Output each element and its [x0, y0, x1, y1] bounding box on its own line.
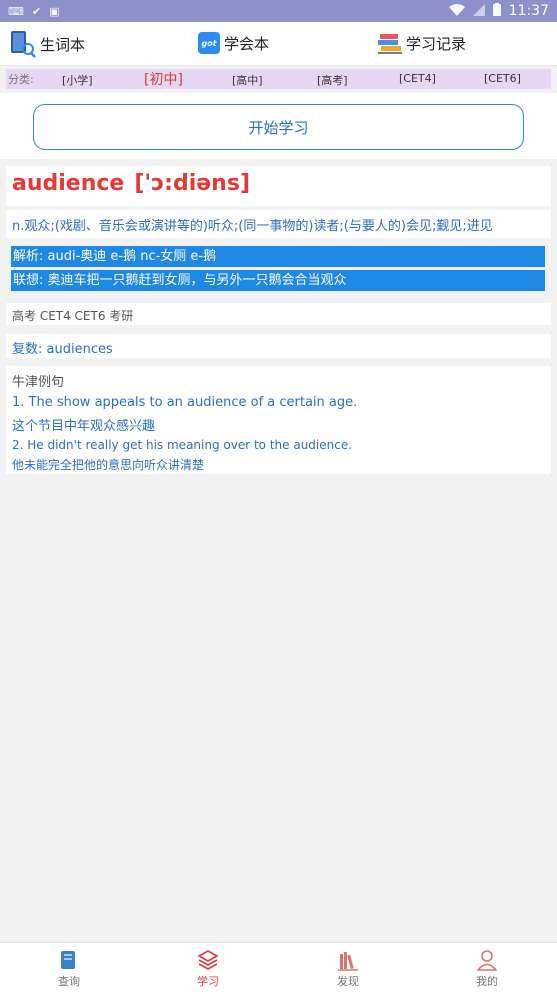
start-section: 开始学习	[0, 93, 557, 159]
examples-heading: 牛津例句	[12, 375, 65, 390]
books-icon	[338, 952, 358, 971]
learned-label: 学会本	[224, 34, 270, 53]
category-bar: 分类: [小学] [初中] [高中] [高考] [CET4] [CET6]	[6, 69, 551, 89]
records-button[interactable]: 学习记录	[378, 32, 466, 54]
word-association: 联想: 奥迪车把一只鹅赶到女厕，与另外一只鹅会合当观众	[11, 270, 545, 291]
got-icon: got	[198, 32, 220, 54]
word-analysis: 解析: audi-奥迪 e-鹅 nc-女厕 e-鹅	[11, 246, 545, 267]
examples-card: 牛津例句 1. The show appeals to an audience …	[6, 366, 551, 474]
a-icon: ▣	[49, 4, 60, 18]
status-bar: ⌨ ✔ ▣ 11:37	[0, 0, 557, 22]
word-text: audience	[12, 171, 125, 196]
word-headline: audience ['ɔ:diəns]	[12, 171, 250, 196]
tab-search[interactable]: 查询	[39, 949, 99, 989]
learned-button[interactable]: got 学会本	[198, 32, 269, 54]
vocab-book-icon	[11, 31, 36, 58]
example-1-en: 1. The show appeals to an audience of a …	[12, 395, 358, 410]
category-gaokao[interactable]: [高考]	[317, 72, 348, 88]
bottom-tab-bar: 查询 学习 发现 我的	[0, 942, 557, 995]
user-icon	[477, 950, 497, 971]
word-plural: 复数: audiences	[12, 342, 113, 357]
definition-card: n.观众;(戏剧、音乐会或演讲等的)听众;(同一事物的)读者;(与要人的)会见;…	[6, 210, 551, 238]
book-stack-icon	[378, 34, 402, 54]
category-cet6[interactable]: [CET6]	[484, 72, 521, 85]
layers-icon	[198, 950, 218, 970]
example-2-zh: 他未能完全把他的意思向听众讲清楚	[12, 458, 205, 472]
tab-mine-label: 我的	[476, 975, 498, 988]
top-nav: 生词本 got 学会本 学习记录	[0, 22, 557, 66]
plural-card: 复数: audiences	[6, 334, 551, 358]
example-2-en: 2. He didn't really get his meaning over…	[12, 438, 353, 452]
category-cet4[interactable]: [CET4]	[399, 72, 436, 85]
category-senior[interactable]: [高中]	[232, 72, 263, 88]
category-junior[interactable]: [初中]	[144, 69, 183, 89]
new-words-label: 生词本	[40, 35, 86, 54]
start-learning-button[interactable]: 开始学习	[33, 104, 524, 150]
word-definition: n.观众;(戏剧、音乐会或演讲等的)听众;(同一事物的)读者;(与要人的)会见;…	[12, 219, 493, 234]
keyboard-icon: ⌨	[8, 4, 24, 18]
tab-discover-label: 发现	[337, 975, 359, 988]
records-label: 学习记录	[406, 34, 467, 53]
word-tags: 高考 CET4 CET6 考研	[12, 309, 134, 323]
word-phonetic: ['ɔ:diəns]	[134, 171, 250, 196]
battery-icon	[492, 3, 501, 19]
tab-study[interactable]: 学习	[178, 949, 238, 989]
category-primary[interactable]: [小学]	[62, 72, 93, 88]
tab-mine[interactable]: 我的	[457, 949, 517, 989]
new-words-button[interactable]: 生词本	[10, 30, 85, 58]
status-time: 11:37	[508, 3, 549, 19]
tab-discover[interactable]: 发现	[318, 949, 378, 989]
tags-card: 高考 CET4 CET6 考研	[6, 303, 551, 325]
word-card: audience ['ɔ:diəns]	[6, 166, 551, 206]
category-label: 分类:	[8, 73, 34, 86]
check-icon: ✔	[31, 4, 42, 18]
wifi-icon	[448, 3, 465, 19]
example-1-zh: 这个节目中年观众感兴趣	[12, 419, 156, 434]
book-icon	[61, 951, 75, 969]
tab-study-label: 学习	[197, 975, 219, 988]
signal-icon	[472, 3, 485, 19]
tab-search-label: 查询	[58, 975, 80, 988]
